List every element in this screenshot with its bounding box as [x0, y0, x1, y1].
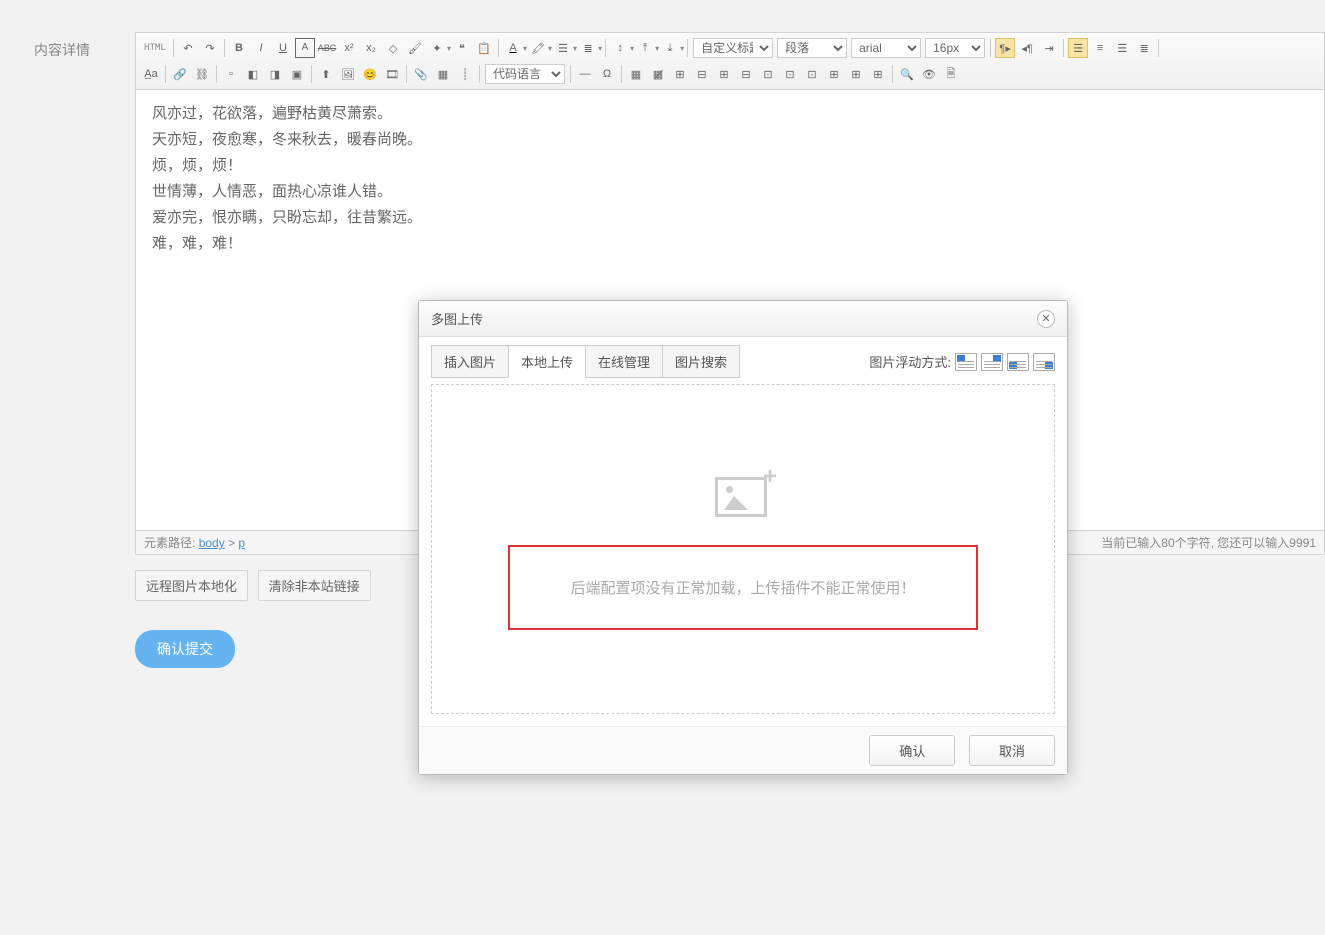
deletecol-icon[interactable]: ⊟	[736, 64, 756, 84]
searchreplace-icon[interactable]: 🔍	[897, 64, 917, 84]
content-line: 天亦短，夜愈寒，冬来秋去，暖春尚晚。	[152, 128, 1308, 152]
upload-dropzone[interactable]: + 后端配置项没有正常加载，上传插件不能正常使用！	[431, 384, 1055, 714]
forecolor-icon[interactable]: A	[503, 38, 523, 58]
underline-icon[interactable]: U	[273, 38, 293, 58]
insertrow-icon[interactable]: ⊞	[670, 64, 690, 84]
code-language-select[interactable]: 代码语言	[485, 64, 565, 84]
upload-placeholder-icon: +	[715, 469, 771, 517]
tab-local-upload[interactable]: 本地上传	[508, 345, 586, 378]
content-line: 世情薄，人情恶，面热心凉谁人错。	[152, 180, 1308, 204]
upload-error-message: 后端配置项没有正常加载，上传插件不能正常使用！	[508, 545, 978, 630]
insertcol-icon[interactable]: ⊞	[714, 64, 734, 84]
multi-image-upload-dialog: 多图上传 ✕ 插入图片 本地上传 在线管理 图片搜索 图片浮动方式: +	[418, 300, 1068, 775]
localize-images-button[interactable]: 远程图片本地化	[135, 570, 248, 601]
float-center-icon[interactable]	[1033, 353, 1055, 371]
attachment-icon[interactable]: 📎	[411, 64, 431, 84]
autotypeset-icon[interactable]: ✦	[427, 38, 447, 58]
content-line: 风亦过，花欲落，遍野枯黄尽萧索。	[152, 102, 1308, 126]
insertimage-icon[interactable]: 🖼	[338, 64, 358, 84]
path-p-link[interactable]: p	[238, 536, 245, 550]
preview-icon[interactable]: 👁	[919, 64, 939, 84]
insertframe-icon[interactable]: ▦	[433, 64, 453, 84]
simpleupload-icon[interactable]: ⬆	[316, 64, 336, 84]
touppercase-icon[interactable]: A̲a	[141, 64, 161, 84]
ordered-list-icon[interactable]: ☰	[553, 38, 573, 58]
element-path-label: 元素路径:	[144, 536, 195, 550]
font-family-select[interactable]: arial	[851, 38, 921, 58]
dir-rtl-icon[interactable]: ◂¶	[1017, 38, 1037, 58]
splitrows-icon[interactable]: ⊞	[846, 64, 866, 84]
unlink-icon[interactable]: ⛓	[192, 64, 212, 84]
clear-external-links-button[interactable]: 清除非本站链接	[258, 570, 371, 601]
float-right-icon[interactable]	[1007, 353, 1029, 371]
spechars-icon[interactable]: Ω	[597, 64, 617, 84]
print-icon[interactable]: 🗎	[941, 64, 961, 84]
tab-online-manage[interactable]: 在线管理	[585, 345, 663, 378]
pasteplain-icon[interactable]: 📋	[474, 38, 494, 58]
mergedown-icon[interactable]: ⊡	[802, 64, 822, 84]
float-left-icon[interactable]	[981, 353, 1003, 371]
submit-button[interactable]: 确认提交	[135, 630, 235, 668]
rowspacingtop-icon[interactable]: ⤒	[635, 38, 655, 58]
section-label: 内容详情	[34, 40, 90, 60]
indent-icon[interactable]: ⇥	[1039, 38, 1059, 58]
eraser-icon[interactable]: ◇	[383, 38, 403, 58]
tab-insert-image[interactable]: 插入图片	[431, 345, 509, 378]
unordered-list-icon[interactable]: ≣	[578, 38, 598, 58]
content-line: 烦，烦，烦！	[152, 154, 1308, 178]
align-right-icon[interactable]: ☰	[1112, 38, 1132, 58]
backcolor-icon[interactable]: 🖍	[528, 38, 548, 58]
dialog-ok-button[interactable]: 确认	[869, 735, 955, 766]
pagebreak-icon[interactable]: ┊	[455, 64, 475, 84]
close-icon[interactable]: ✕	[1037, 310, 1055, 328]
mergeright-icon[interactable]: ⊡	[780, 64, 800, 84]
splitcols-icon[interactable]: ⊞	[868, 64, 888, 84]
strikethrough-icon[interactable]: ABC	[317, 38, 337, 58]
splitcells-icon[interactable]: ⊞	[824, 64, 844, 84]
heading-select[interactable]: 自定义标题	[693, 38, 773, 58]
imagecenter-icon[interactable]: ▣	[287, 64, 307, 84]
undo-icon[interactable]: ↶	[178, 38, 198, 58]
dialog-cancel-button[interactable]: 取消	[969, 735, 1055, 766]
editor-toolbar: HTML ↶ ↷ B I U A ABC x² x₂ ◇ 🖌 ✦▾ ❝ 📋 A▾…	[136, 33, 1324, 90]
fontborder-icon[interactable]: A	[295, 38, 315, 58]
redo-icon[interactable]: ↷	[200, 38, 220, 58]
font-size-select[interactable]: 16px	[925, 38, 985, 58]
bold-icon[interactable]: B	[229, 38, 249, 58]
subscript-icon[interactable]: x₂	[361, 38, 381, 58]
dir-ltr-icon[interactable]: ¶▸	[995, 38, 1015, 58]
tab-image-search[interactable]: 图片搜索	[662, 345, 740, 378]
paragraph-select[interactable]: 段落	[777, 38, 847, 58]
imageright-icon[interactable]: ◨	[265, 64, 285, 84]
emotion-icon[interactable]: 😊	[360, 64, 380, 84]
content-line: 难，难，难！	[152, 232, 1308, 256]
deletetable-icon[interactable]: ▦̸	[648, 64, 668, 84]
float-mode-label: 图片浮动方式:	[869, 352, 951, 371]
blockquote-icon[interactable]: ❝	[452, 38, 472, 58]
align-justify-icon[interactable]: ≣	[1134, 38, 1154, 58]
float-none-icon[interactable]	[955, 353, 977, 371]
horizontal-icon[interactable]: —	[575, 64, 595, 84]
link-icon[interactable]: 🔗	[170, 64, 190, 84]
dialog-tabs: 插入图片 本地上传 在线管理 图片搜索	[431, 345, 739, 378]
deleterow-icon[interactable]: ⊟	[692, 64, 712, 84]
char-count: 当前已输入80个字符, 您还可以输入9991	[1101, 534, 1316, 551]
align-center-icon[interactable]: ≡	[1090, 38, 1110, 58]
lineheight-icon[interactable]: ↕	[610, 38, 630, 58]
inserttable-icon[interactable]: ▦	[626, 64, 646, 84]
mergecells-icon[interactable]: ⊡	[758, 64, 778, 84]
imageleft-icon[interactable]: ◧	[243, 64, 263, 84]
source-button[interactable]: HTML	[141, 38, 169, 58]
content-line: 爱亦完，恨亦瞒，只盼忘却，往昔繁远。	[152, 206, 1308, 230]
insertvideo-icon[interactable]: 🎞	[382, 64, 402, 84]
italic-icon[interactable]: I	[251, 38, 271, 58]
path-body-link[interactable]: body	[199, 536, 225, 550]
align-left-icon[interactable]: ☰	[1068, 38, 1088, 58]
dialog-title: 多图上传	[431, 309, 483, 328]
formatmatch-icon[interactable]: 🖌	[405, 38, 425, 58]
superscript-icon[interactable]: x²	[339, 38, 359, 58]
rowspacingbottom-icon[interactable]: ⤓	[660, 38, 680, 58]
imagenone-icon[interactable]: ▫	[221, 64, 241, 84]
